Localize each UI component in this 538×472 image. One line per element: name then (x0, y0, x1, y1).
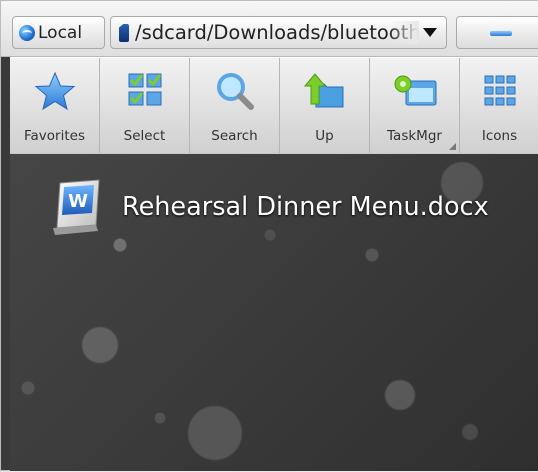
app-window: Local /sdcard/Downloads/bluetooth Favori… (0, 0, 538, 472)
taskmgr-button[interactable]: TaskMgr (370, 58, 460, 153)
sdcard-icon (119, 23, 129, 42)
minimize-button[interactable] (456, 16, 538, 49)
icons-label: Icons (481, 128, 518, 144)
local-button[interactable]: Local (12, 16, 105, 49)
task-manager-icon (394, 75, 436, 106)
up-folder-icon (303, 73, 343, 108)
star-icon (34, 71, 75, 111)
svg-text:W: W (68, 191, 88, 212)
icons-view-button[interactable]: Icons (460, 58, 538, 153)
up-label: Up (315, 128, 334, 144)
path-dropdown[interactable]: /sdcard/Downloads/bluetooth (110, 16, 447, 49)
search-label: Search (211, 128, 258, 144)
globe-icon (19, 24, 35, 41)
up-button[interactable]: Up (280, 58, 370, 153)
file-item[interactable]: W Rehearsal Dinner Menu.docx (47, 174, 489, 240)
search-button[interactable]: Search (190, 58, 280, 153)
select-label: Select (123, 128, 166, 144)
favorites-button[interactable]: Favorites (10, 58, 100, 153)
dropdown-arrow-icon (423, 28, 437, 37)
toolbar: Favorites Select Search Up TaskMgr Icons (10, 57, 538, 154)
file-list: W Rehearsal Dinner Menu.docx (10, 154, 538, 472)
minus-icon (490, 31, 512, 36)
path-bar: Local /sdcard/Downloads/bluetooth (1, 1, 538, 57)
word-document-icon: W (53, 178, 100, 235)
taskmgr-label: TaskMgr (387, 128, 442, 144)
path-text: /sdcard/Downloads/bluetooth (135, 21, 419, 44)
file-name: Rehearsal Dinner Menu.docx (122, 192, 489, 222)
favorites-label: Favorites (24, 128, 85, 144)
grid-icon (484, 75, 515, 106)
local-label: Local (38, 22, 83, 43)
select-button[interactable]: Select (100, 58, 190, 153)
select-icon (128, 73, 161, 106)
search-icon (216, 73, 254, 110)
submenu-indicator-icon (449, 143, 456, 150)
